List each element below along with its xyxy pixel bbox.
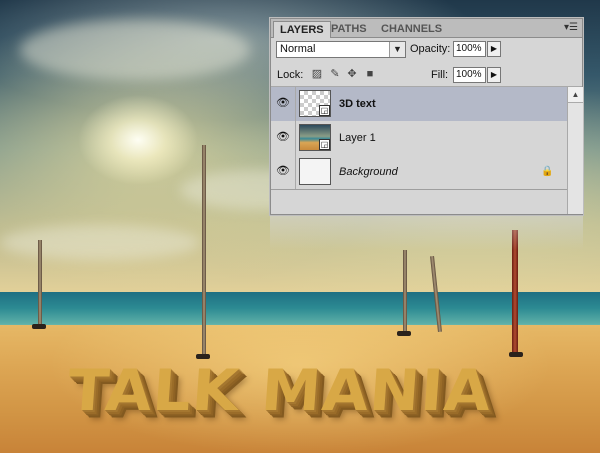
- fill-label: Fill:: [431, 69, 449, 81]
- lock-move-icon[interactable]: ✥: [346, 68, 358, 80]
- eye-icon[interactable]: 👁: [275, 130, 291, 144]
- pole: [202, 145, 206, 357]
- pole-base: [32, 324, 46, 329]
- eye-icon[interactable]: 👁: [275, 164, 291, 178]
- fill-arrow-icon[interactable]: ▶: [487, 67, 501, 83]
- layer-name[interactable]: Background: [339, 165, 398, 179]
- lock-transparent-icon[interactable]: ▨: [311, 68, 323, 80]
- layer-thumbnail: [299, 158, 331, 185]
- pole-base: [509, 352, 523, 357]
- tab-paths[interactable]: PATHS: [325, 21, 373, 37]
- lock-all-icon[interactable]: ■: [364, 68, 376, 80]
- lock-brush-icon[interactable]: ✎: [329, 68, 341, 80]
- lock-icon: 🔒: [541, 166, 554, 177]
- layers-list: 👁 ◲ 3D text 👁 ◲ Layer 1 👁 Background 🔒: [271, 87, 567, 213]
- lock-label: Lock:: [277, 69, 304, 81]
- pole: [403, 250, 407, 334]
- visibility-cell[interactable]: 👁: [271, 121, 296, 155]
- layer-3d-text[interactable]: 👁 ◲ 3D text: [271, 87, 567, 122]
- lock-row: Lock: ▨ ✎ ✥ ■ Fill: 100% ▶: [271, 64, 582, 87]
- smart-object-icon: ◲: [319, 139, 330, 150]
- opacity-label: Opacity:: [410, 43, 451, 55]
- cloud: [20, 20, 250, 80]
- layers-panel: LAYERS PATHS CHANNELS ▾☰ Normal ▼ Opacit…: [270, 18, 583, 215]
- panel-menu-icon[interactable]: ▾☰: [564, 21, 578, 35]
- tab-layers[interactable]: LAYERS: [273, 21, 331, 38]
- visibility-cell[interactable]: 👁: [271, 87, 296, 121]
- chevron-down-icon[interactable]: ▼: [389, 42, 405, 57]
- scroll-up-icon[interactable]: ▲: [568, 87, 583, 103]
- fill-field[interactable]: 100%: [453, 67, 486, 83]
- blend-mode-select[interactable]: Normal ▼: [276, 41, 406, 58]
- eye-icon[interactable]: 👁: [275, 96, 291, 110]
- smart-object-icon: ◲: [319, 105, 330, 116]
- blend-mode-value: Normal: [280, 43, 316, 55]
- opacity-arrow-icon[interactable]: ▶: [487, 41, 501, 57]
- opacity-field[interactable]: 100%: [453, 41, 486, 57]
- layer-1[interactable]: 👁 ◲ Layer 1: [271, 121, 567, 156]
- layer-name[interactable]: 3D text: [339, 97, 376, 111]
- layer-background[interactable]: 👁 Background 🔒: [271, 155, 567, 190]
- visibility-cell[interactable]: 👁: [271, 155, 296, 189]
- tab-channels[interactable]: CHANNELS: [375, 21, 448, 37]
- layers-scrollbar[interactable]: ▲: [567, 87, 583, 214]
- layer-name[interactable]: Layer 1: [339, 131, 376, 145]
- pole-base: [397, 331, 411, 336]
- panel-tabs: LAYERS PATHS CHANNELS ▾☰: [271, 19, 582, 38]
- cloud: [0, 225, 200, 260]
- blend-row: Normal ▼ Opacity: 100% ▶: [271, 38, 582, 62]
- 3d-text-headline: TALK MANIA: [65, 357, 494, 425]
- pole: [38, 240, 42, 326]
